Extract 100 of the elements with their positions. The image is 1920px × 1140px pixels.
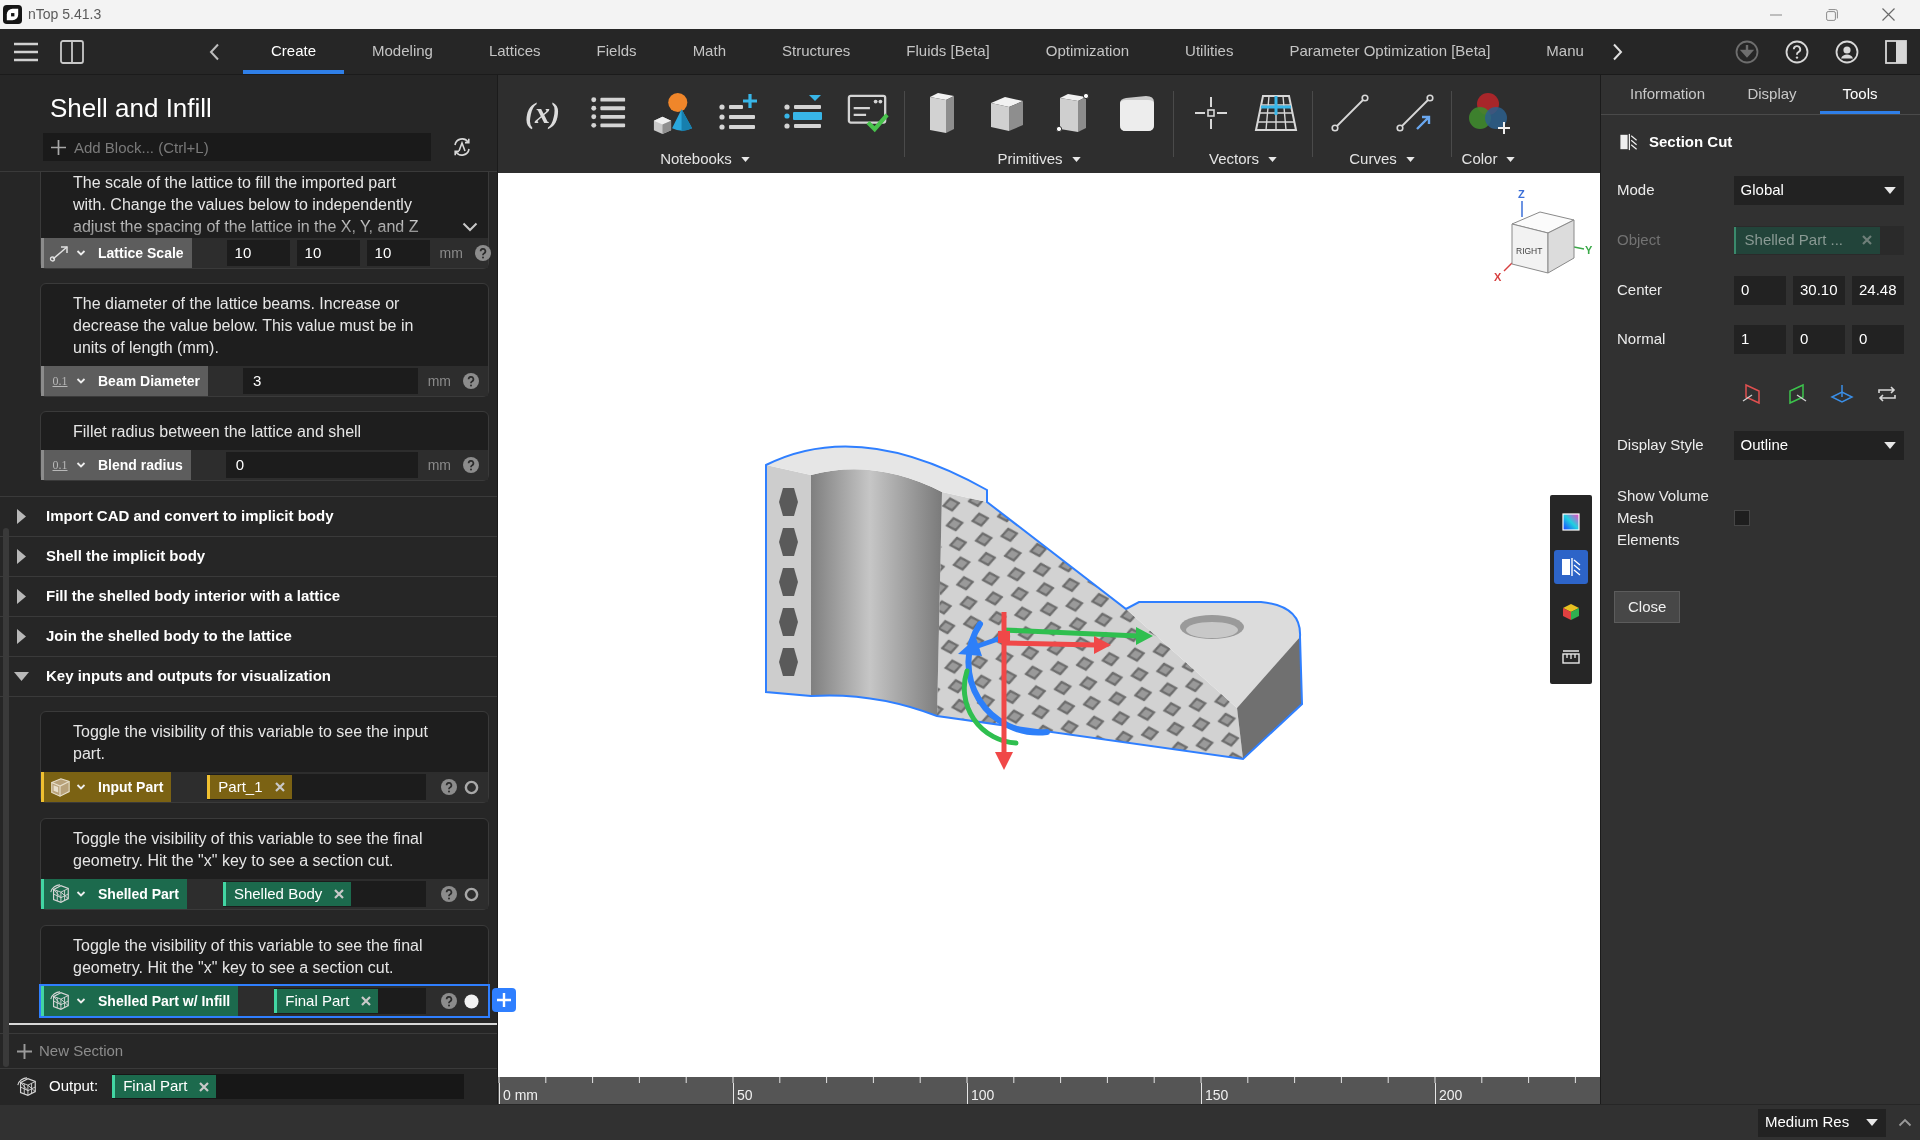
value-tag[interactable]: Final Part bbox=[274, 989, 379, 1013]
toolbar-group-menu[interactable]: Curves bbox=[1349, 150, 1415, 168]
close-button[interactable]: Close bbox=[1614, 591, 1681, 623]
visibility-toggle[interactable] bbox=[464, 993, 479, 1009]
panel-tab[interactable]: Display bbox=[1724, 75, 1820, 114]
chevron-down-icon bbox=[76, 461, 86, 469]
toolbar-group-menu[interactable]: Notebooks bbox=[660, 150, 750, 168]
menu-tab[interactable]: Modeling bbox=[344, 29, 461, 74]
chevron-down-icon[interactable] bbox=[462, 222, 478, 232]
account-icon[interactable] bbox=[1835, 39, 1859, 64]
grid-plane-icon[interactable] bbox=[1253, 93, 1298, 133]
add-button[interactable] bbox=[492, 988, 516, 1012]
value-tag[interactable]: Shelled Body bbox=[222, 882, 352, 906]
close-icon[interactable] bbox=[334, 889, 345, 899]
resolution-dropdown[interactable]: Medium Res bbox=[1758, 1108, 1886, 1137]
menu-icon[interactable] bbox=[12, 41, 39, 62]
number-field[interactable]: 1 bbox=[1734, 324, 1786, 354]
number-field[interactable]: 0 bbox=[1793, 324, 1845, 354]
output-label: Output: bbox=[49, 1076, 99, 1097]
toolbar-group-menu[interactable]: Primitives bbox=[997, 150, 1081, 168]
sidebar-toggle-icon[interactable] bbox=[60, 39, 84, 64]
chevron-left-icon[interactable] bbox=[209, 42, 220, 61]
close-icon[interactable] bbox=[361, 996, 372, 1006]
close-icon[interactable] bbox=[274, 782, 285, 792]
menu-tab[interactable]: Fields bbox=[568, 29, 665, 74]
unit-label: mm bbox=[427, 371, 451, 391]
toolbar-group-menu[interactable]: Color bbox=[1461, 150, 1516, 168]
panel-tab[interactable]: Tools bbox=[1820, 75, 1900, 114]
right-panel-toggle-icon[interactable] bbox=[1885, 39, 1907, 64]
variable-name-button[interactable]: Lattice Scale bbox=[41, 238, 192, 268]
download-icon[interactable] bbox=[1735, 39, 1759, 64]
number-field[interactable]: 30.10 bbox=[1793, 275, 1845, 305]
variable-button[interactable]: (x) bbox=[525, 95, 560, 131]
lattice-cube-icon bbox=[49, 990, 71, 1012]
view-tool-button[interactable] bbox=[1554, 550, 1588, 584]
number-field[interactable]: 24.48 bbox=[1852, 275, 1904, 305]
new-section-button[interactable]: New Section bbox=[17, 1039, 124, 1063]
variable-name-button[interactable]: Input Part bbox=[41, 772, 172, 802]
number-field[interactable]: 0 bbox=[1734, 275, 1786, 305]
output-field[interactable]: Final Part bbox=[112, 1074, 465, 1099]
line-segment-icon[interactable] bbox=[1329, 93, 1370, 133]
variable-name-button[interactable]: Shelled Part bbox=[41, 879, 187, 909]
value-field[interactable]: Shelled Body bbox=[222, 881, 426, 907]
number-field[interactable]: 0 bbox=[1852, 324, 1904, 354]
scale-arrow-icon bbox=[49, 244, 71, 262]
field-label: Display Style bbox=[1617, 434, 1705, 455]
mode-dropdown[interactable]: Global bbox=[1733, 175, 1904, 205]
line-direction-icon[interactable] bbox=[1394, 93, 1435, 133]
checklist-icon[interactable] bbox=[846, 92, 889, 134]
help-icon[interactable] bbox=[474, 245, 491, 261]
variable-name-button[interactable]: 0.1 Blend radius bbox=[41, 450, 191, 480]
visibility-toggle[interactable] bbox=[464, 779, 479, 795]
close-icon[interactable] bbox=[1881, 8, 1895, 21]
toolbar-group-menu[interactable]: Vectors bbox=[1209, 150, 1277, 168]
value-field[interactable]: Final Part bbox=[274, 988, 426, 1014]
number-field[interactable]: 0 bbox=[225, 452, 418, 478]
menu-tab[interactable]: Parameter Optimization [Beta] bbox=[1261, 29, 1519, 74]
close-icon[interactable] bbox=[199, 1081, 210, 1092]
variable-row[interactable]: 0.1 Blend radius 0 mm bbox=[41, 450, 488, 480]
menu-tab[interactable]: Lattices bbox=[460, 29, 569, 74]
variable-name-button[interactable]: 0.1 Beam Diameter bbox=[41, 366, 208, 396]
number-field[interactable]: 10 bbox=[226, 240, 290, 266]
menu-tab[interactable]: Optimization bbox=[1017, 29, 1158, 74]
variable-row[interactable]: Input Part Part_1 bbox=[41, 772, 488, 802]
variable-row[interactable]: 0.1 Beam Diameter 3 mm bbox=[41, 366, 488, 396]
chevron-right-icon[interactable] bbox=[1611, 42, 1623, 61]
menu-tab[interactable]: Manu bbox=[1518, 29, 1612, 74]
plane-icon[interactable] bbox=[1830, 382, 1854, 406]
chevron-down-icon bbox=[76, 249, 86, 257]
menu-tab[interactable]: Utilities bbox=[1157, 29, 1262, 74]
value-field[interactable]: Part_1 bbox=[207, 774, 426, 800]
color-circles-icon[interactable] bbox=[1466, 91, 1511, 135]
variable-name-button[interactable]: Shelled Part w/ Infill bbox=[41, 986, 239, 1016]
section-header[interactable]: Import CAD and convert to implicit body bbox=[0, 497, 497, 537]
point-crosshair-icon[interactable] bbox=[1192, 95, 1229, 131]
value-tag[interactable]: Final Part bbox=[112, 1075, 217, 1098]
chevron-up-icon[interactable] bbox=[1898, 1118, 1912, 1127]
number-field[interactable]: 3 bbox=[242, 368, 418, 394]
scrollbar[interactable] bbox=[3, 528, 9, 1067]
number-field[interactable]: 10 bbox=[296, 240, 360, 266]
panel-tab[interactable]: Information bbox=[1611, 75, 1724, 114]
number-field[interactable]: 10 bbox=[366, 240, 430, 266]
menu-tab[interactable]: Math bbox=[664, 29, 754, 74]
variable-row[interactable]: Shelled Part Shelled Body bbox=[41, 879, 488, 909]
transform-gizmo[interactable] bbox=[958, 612, 1153, 770]
restore-icon[interactable] bbox=[1826, 8, 1838, 21]
visibility-toggle[interactable] bbox=[464, 886, 479, 902]
section-cut-icon bbox=[1561, 557, 1581, 577]
value-tag[interactable]: Part_1 bbox=[207, 775, 292, 799]
sphere-cube-cone-icon[interactable] bbox=[651, 92, 694, 134]
variable-row[interactable]: Lattice Scale 10 10 10 mm bbox=[41, 238, 488, 268]
add-list-icon[interactable] bbox=[717, 93, 758, 133]
menu-tab[interactable]: Structures bbox=[754, 29, 879, 74]
display-style-dropdown[interactable]: Outline bbox=[1733, 430, 1904, 460]
checkbox[interactable] bbox=[1734, 510, 1750, 526]
menu-tab[interactable]: Fluids [Beta] bbox=[878, 29, 1018, 74]
auto-refresh-icon[interactable] bbox=[452, 137, 472, 157]
view-cube[interactable] bbox=[1503, 200, 1585, 274]
block-description: Toggle the visibility of this variable to see the input part. bbox=[73, 722, 429, 764]
help-icon[interactable] bbox=[1785, 39, 1809, 64]
